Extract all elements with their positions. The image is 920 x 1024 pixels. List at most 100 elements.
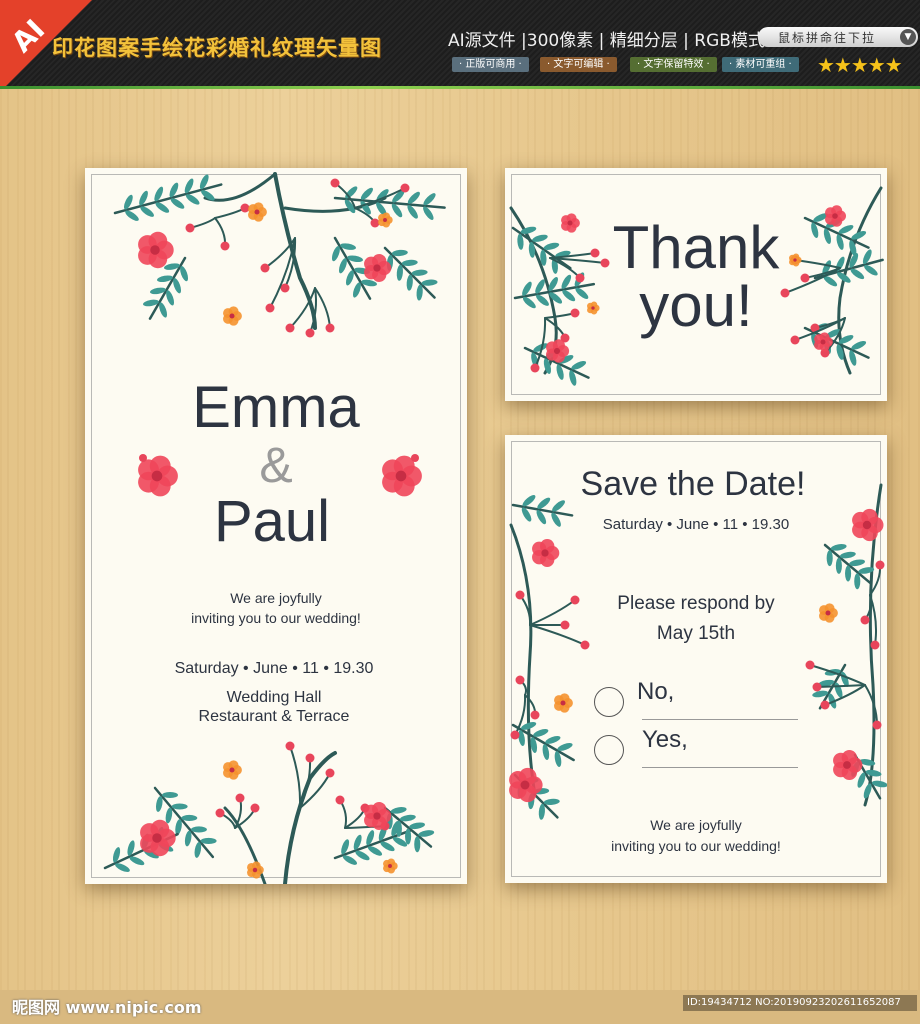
groom-name: Paul: [213, 489, 331, 554]
flower-center: [820, 339, 826, 345]
leaf-shape: [423, 193, 436, 206]
flower-center: [252, 867, 258, 873]
flower-center: [553, 347, 561, 355]
floral-right-cluster: [805, 483, 887, 807]
berry-dot: [805, 660, 815, 670]
invite-line-1: We are joyfully: [650, 817, 742, 833]
save-the-date-title: Save the Date!: [580, 465, 806, 503]
banner-specs: AI源文件 |300像素 | 精细分层 | RGB模式: [448, 31, 765, 51]
berry-dot: [515, 675, 525, 685]
berry-dot: [325, 768, 335, 778]
invite-line-2: inviting you to our wedding!: [191, 610, 361, 626]
flower-center: [388, 864, 392, 868]
watermark-logo: 昵图网 www.nipic.com: [12, 998, 202, 1017]
radio-yes[interactable]: [594, 735, 624, 765]
tag-recomposable: · 素材可重组 ·: [722, 57, 799, 72]
scroll-down-label: 鼠标拼命往下拉: [778, 31, 877, 45]
berry-dot: [875, 560, 885, 570]
option-yes-label: Yes,: [642, 726, 688, 753]
tag-editable-text: · 文字可编辑 ·: [540, 57, 617, 72]
berry-dot: [220, 241, 230, 251]
leaf-shape: [170, 198, 185, 209]
tag-text-effects: · 文字保留特效 ·: [630, 57, 717, 72]
berry-dot: [240, 203, 250, 213]
venue-line-1: Wedding Hall: [226, 689, 322, 706]
berry-dot: [530, 710, 540, 720]
wedding-invitation-card: Emma & Paul We are joyfully inviting you…: [85, 168, 467, 884]
flower-center: [229, 767, 235, 773]
leaf-shape: [835, 557, 842, 574]
flower-center: [373, 812, 381, 820]
stem-line: [509, 523, 537, 797]
leaf-shape: [380, 841, 395, 852]
wedding-date: Saturday • June • 11 • 19.30: [174, 660, 374, 677]
leaf-shape: [200, 837, 217, 844]
radio-no[interactable]: [594, 687, 624, 717]
flower-center: [843, 761, 851, 769]
stem-line: [809, 664, 866, 686]
leaf-shape: [395, 820, 402, 837]
option-yes-line: [642, 767, 798, 768]
thank-you-card: Thank you!: [505, 168, 887, 401]
tag-commercial: · 正版可商用 ·: [452, 57, 529, 72]
leaf-shape: [140, 206, 154, 217]
rating-stars: ★★★★★: [817, 53, 903, 77]
flower-center: [560, 700, 566, 706]
floral-top-cluster: [113, 172, 446, 338]
invite-line-1: We are joyfully: [230, 590, 322, 606]
berry-dot: [235, 793, 245, 803]
header-banner: AI 印花图案手绘花彩婚礼纹理矢量图 AI源文件 |300像素 | 精细分层 |…: [0, 0, 920, 92]
berry-dot: [400, 183, 410, 193]
berry-dot: [285, 323, 295, 333]
leaf-shape: [185, 194, 200, 205]
option-no-label: No,: [637, 678, 675, 705]
floral-bottom-cluster: [103, 741, 435, 884]
ampersand: &: [259, 437, 293, 493]
flower-center: [541, 549, 549, 557]
berry-dot: [510, 730, 520, 740]
berry-dot: [265, 303, 275, 313]
flower-center: [229, 313, 235, 319]
berry-dot: [305, 328, 315, 338]
berry-dot: [872, 720, 882, 730]
berry-dot: [260, 263, 270, 273]
leaf-shape: [845, 565, 852, 582]
berry-dot: [185, 223, 195, 233]
flower-center: [373, 264, 381, 272]
leaf-shape: [360, 187, 373, 200]
banner-title: 印花图案手绘花彩婚礼纹理矢量图: [52, 36, 382, 60]
stem-line: [214, 207, 246, 219]
flower-center: [383, 218, 387, 222]
berry-dot: [820, 700, 830, 710]
berry-dot: [215, 808, 225, 818]
berry-dot: [330, 178, 340, 188]
you-text: you!: [639, 272, 753, 339]
leaf-shape: [854, 573, 861, 590]
scroll-down-button[interactable]: 鼠标拼命往下拉 ▼: [758, 27, 918, 47]
leaf-shape: [155, 202, 170, 213]
stem-line: [314, 287, 331, 329]
leaf-shape: [826, 550, 833, 567]
berry-dot: [335, 795, 345, 805]
image-id-label: ID:19434712 NO:20190923202611652087: [683, 995, 917, 1011]
flower-center: [150, 245, 160, 255]
respond-line-1: Please respond by: [617, 593, 775, 614]
floral-left-cluster: [509, 495, 590, 820]
leaf-shape: [405, 828, 412, 845]
leaf-shape: [407, 191, 420, 204]
berry-dot: [325, 323, 335, 333]
leaf-shape: [181, 814, 198, 822]
leaf-shape: [355, 850, 370, 861]
flower-center: [520, 780, 530, 790]
flower-center: [152, 833, 162, 843]
berry-dot: [305, 753, 315, 763]
thank-text: Thank: [612, 214, 780, 281]
leaf-shape: [162, 791, 179, 799]
leaf-shape: [367, 846, 383, 856]
chevron-down-icon: ▼: [900, 29, 916, 45]
rsvp-date: Saturday • June • 11 • 19.30: [602, 516, 790, 533]
leaf-shape: [414, 836, 421, 853]
berry-dot: [812, 682, 822, 692]
invite-line-2: inviting you to our wedding!: [611, 838, 781, 854]
berry-dot: [285, 741, 295, 751]
